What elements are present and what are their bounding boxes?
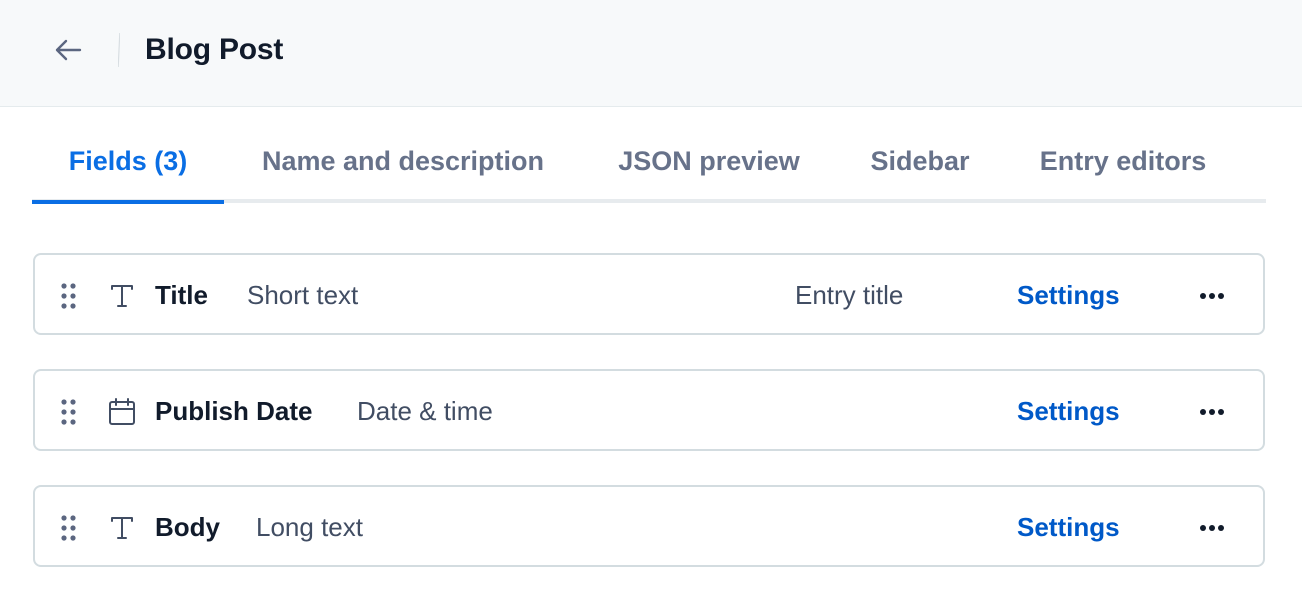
field-row-title[interactable]: Title Short text Entry title Settings xyxy=(33,253,1265,335)
settings-button[interactable]: Settings xyxy=(1017,277,1120,313)
breadcrumb-divider xyxy=(118,33,120,67)
calendar-icon xyxy=(107,397,137,427)
drag-handle-icon[interactable] xyxy=(61,283,77,309)
tab-fields[interactable]: Fields (3) xyxy=(32,118,224,204)
drag-handle-icon[interactable] xyxy=(61,515,77,541)
field-name: Publish Date xyxy=(155,396,313,426)
settings-button[interactable]: Settings xyxy=(1017,393,1120,429)
text-icon xyxy=(107,513,137,543)
settings-button[interactable]: Settings xyxy=(1017,509,1120,545)
tab-entry-editors[interactable]: Entry editors xyxy=(1020,118,1226,204)
field-name: Body xyxy=(155,512,220,542)
arrow-left-icon xyxy=(55,39,82,61)
field-type: Short text xyxy=(247,280,359,310)
text-icon xyxy=(107,281,137,311)
tab-json-preview[interactable]: JSON preview xyxy=(598,118,820,204)
page-title: Blog Post xyxy=(145,33,284,66)
more-actions-icon[interactable] xyxy=(1193,279,1231,313)
tab-name-and-description[interactable]: Name and description xyxy=(240,118,566,204)
tab-sidebar[interactable]: Sidebar xyxy=(852,118,988,204)
more-actions-icon[interactable] xyxy=(1193,395,1231,429)
field-type: Long text xyxy=(256,512,363,542)
page-header: Blog Post xyxy=(0,0,1302,107)
field-row-body[interactable]: Body Long text Settings xyxy=(33,485,1265,567)
entry-title-label: Entry title xyxy=(795,280,904,310)
drag-handle-icon[interactable] xyxy=(61,399,77,425)
back-button[interactable] xyxy=(50,32,86,68)
field-name: Title xyxy=(155,280,208,310)
more-actions-icon[interactable] xyxy=(1193,511,1231,545)
field-row-publish-date[interactable]: Publish Date Date & time Settings xyxy=(33,369,1265,451)
field-type: Date & time xyxy=(357,396,493,426)
